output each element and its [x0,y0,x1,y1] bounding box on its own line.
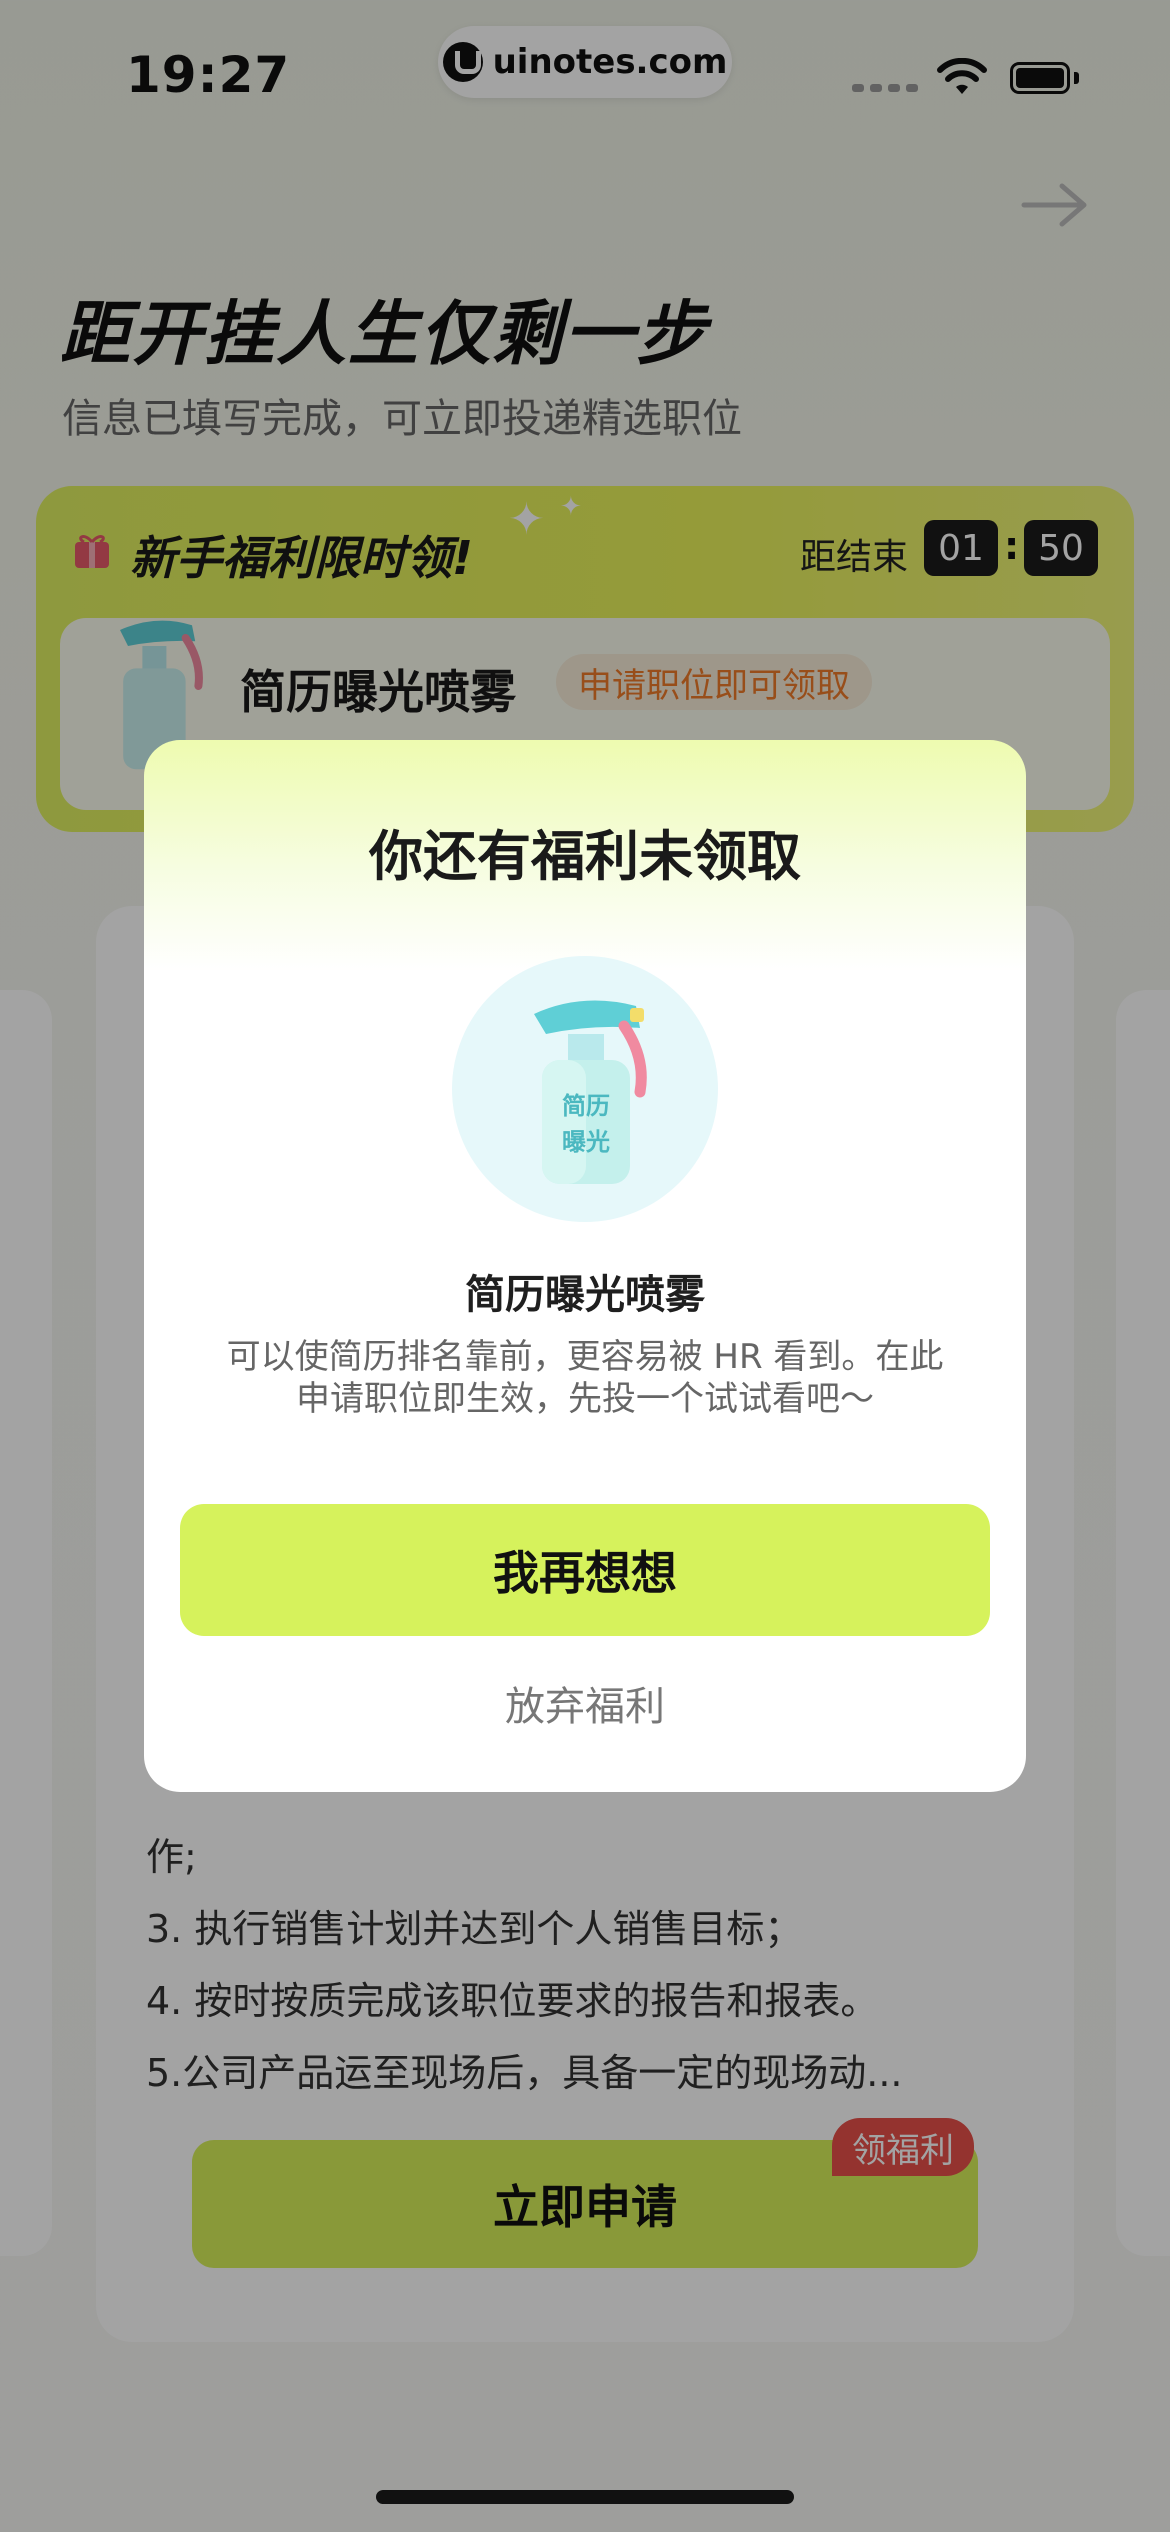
reward-description: 可以使简历排名靠前，更容易被 HR 看到。在此申请职位即生效，先投一个试试看吧～ [226,1337,944,1419]
icon-label-line1: 简历 [562,1092,610,1120]
modal-title: 你还有福利未领取 [369,825,801,888]
icon-label-line2: 曝光 [562,1128,610,1156]
home-indicator[interactable] [376,2490,794,2504]
spray-bottle-icon: 简历 曝光 [534,1000,647,1184]
reconsider-button[interactable]: 我再想想 [180,1504,990,1636]
abandon-reward-link[interactable]: 放弃福利 [144,1674,1026,1732]
reward-item-name: 简历曝光喷雾 [465,1272,705,1318]
